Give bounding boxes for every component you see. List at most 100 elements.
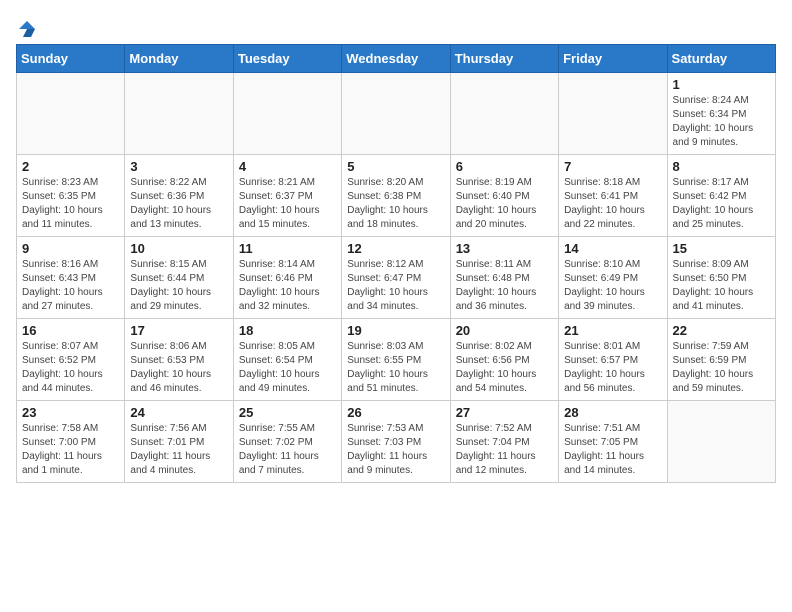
calendar-cell <box>125 73 233 155</box>
calendar-cell: 22 Sunrise: 7:59 AM Sunset: 6:59 PM Dayli… <box>667 319 775 401</box>
weekday-header-tuesday: Tuesday <box>233 45 341 73</box>
calendar-cell: 25 Sunrise: 7:55 AM Sunset: 7:02 PM Dayli… <box>233 401 341 483</box>
day-info: Sunrise: 8:03 AM Sunset: 6:55 PM Dayligh… <box>347 340 444 396</box>
day-number: 22 <box>673 323 770 338</box>
weekday-header-sunday: Sunday <box>17 45 125 73</box>
page-header <box>16 16 776 36</box>
day-info: Sunrise: 8:23 AM Sunset: 6:35 PM Dayligh… <box>22 176 119 232</box>
day-number: 10 <box>130 241 227 256</box>
day-info: Sunrise: 8:17 AM Sunset: 6:42 PM Dayligh… <box>673 176 770 232</box>
calendar-cell: 9 Sunrise: 8:16 AM Sunset: 6:43 PM Daylig… <box>17 237 125 319</box>
weekday-header-wednesday: Wednesday <box>342 45 450 73</box>
day-number: 5 <box>347 159 444 174</box>
day-number: 19 <box>347 323 444 338</box>
calendar-cell: 23 Sunrise: 7:58 AM Sunset: 7:00 PM Dayli… <box>17 401 125 483</box>
calendar-cell <box>233 73 341 155</box>
day-number: 2 <box>22 159 119 174</box>
day-info: Sunrise: 8:10 AM Sunset: 6:49 PM Dayligh… <box>564 258 661 314</box>
day-number: 24 <box>130 405 227 420</box>
day-info: Sunrise: 7:58 AM Sunset: 7:00 PM Dayligh… <box>22 422 119 478</box>
calendar-cell: 20 Sunrise: 8:02 AM Sunset: 6:56 PM Dayli… <box>450 319 558 401</box>
day-number: 17 <box>130 323 227 338</box>
day-number: 26 <box>347 405 444 420</box>
calendar-cell <box>450 73 558 155</box>
weekday-header-row: SundayMondayTuesdayWednesdayThursdayFrid… <box>17 45 776 73</box>
day-info: Sunrise: 8:07 AM Sunset: 6:52 PM Dayligh… <box>22 340 119 396</box>
calendar-cell: 24 Sunrise: 7:56 AM Sunset: 7:01 PM Dayli… <box>125 401 233 483</box>
calendar-cell <box>667 401 775 483</box>
calendar-cell: 6 Sunrise: 8:19 AM Sunset: 6:40 PM Daylig… <box>450 155 558 237</box>
day-info: Sunrise: 8:22 AM Sunset: 6:36 PM Dayligh… <box>130 176 227 232</box>
day-info: Sunrise: 8:24 AM Sunset: 6:34 PM Dayligh… <box>673 94 770 150</box>
calendar-cell: 11 Sunrise: 8:14 AM Sunset: 6:46 PM Dayli… <box>233 237 341 319</box>
logo-general <box>16 16 37 40</box>
logo <box>16 16 37 36</box>
calendar-cell: 21 Sunrise: 8:01 AM Sunset: 6:57 PM Dayli… <box>559 319 667 401</box>
calendar-cell: 12 Sunrise: 8:12 AM Sunset: 6:47 PM Dayli… <box>342 237 450 319</box>
logo-icon <box>17 19 37 39</box>
day-number: 18 <box>239 323 336 338</box>
calendar-cell: 3 Sunrise: 8:22 AM Sunset: 6:36 PM Daylig… <box>125 155 233 237</box>
day-number: 25 <box>239 405 336 420</box>
day-number: 4 <box>239 159 336 174</box>
calendar-cell: 16Sunrise: 8:07 AM Sunset: 6:52 PM Dayli… <box>17 319 125 401</box>
day-number: 27 <box>456 405 553 420</box>
day-info: Sunrise: 8:01 AM Sunset: 6:57 PM Dayligh… <box>564 340 661 396</box>
day-number: 20 <box>456 323 553 338</box>
calendar-cell: 7 Sunrise: 8:18 AM Sunset: 6:41 PM Daylig… <box>559 155 667 237</box>
day-info: Sunrise: 8:02 AM Sunset: 6:56 PM Dayligh… <box>456 340 553 396</box>
day-info: Sunrise: 7:59 AM Sunset: 6:59 PM Dayligh… <box>673 340 770 396</box>
day-info: Sunrise: 8:05 AM Sunset: 6:54 PM Dayligh… <box>239 340 336 396</box>
day-info: Sunrise: 8:18 AM Sunset: 6:41 PM Dayligh… <box>564 176 661 232</box>
day-number: 14 <box>564 241 661 256</box>
weekday-header-saturday: Saturday <box>667 45 775 73</box>
day-number: 11 <box>239 241 336 256</box>
day-number: 21 <box>564 323 661 338</box>
calendar-cell: 13 Sunrise: 8:11 AM Sunset: 6:48 PM Dayli… <box>450 237 558 319</box>
calendar-cell: 28 Sunrise: 7:51 AM Sunset: 7:05 PM Dayli… <box>559 401 667 483</box>
day-info: Sunrise: 8:14 AM Sunset: 6:46 PM Dayligh… <box>239 258 336 314</box>
day-number: 1 <box>673 77 770 92</box>
weekday-header-thursday: Thursday <box>450 45 558 73</box>
calendar-cell: 10 Sunrise: 8:15 AM Sunset: 6:44 PM Dayli… <box>125 237 233 319</box>
day-info: Sunrise: 7:55 AM Sunset: 7:02 PM Dayligh… <box>239 422 336 478</box>
weekday-header-friday: Friday <box>559 45 667 73</box>
calendar-cell: 19 Sunrise: 8:03 AM Sunset: 6:55 PM Dayli… <box>342 319 450 401</box>
calendar-week-row: 1 Sunrise: 8:24 AM Sunset: 6:34 PM Daylig… <box>17 73 776 155</box>
calendar-cell <box>17 73 125 155</box>
day-number: 7 <box>564 159 661 174</box>
calendar-cell: 14 Sunrise: 8:10 AM Sunset: 6:49 PM Dayli… <box>559 237 667 319</box>
day-info: Sunrise: 7:53 AM Sunset: 7:03 PM Dayligh… <box>347 422 444 478</box>
day-number: 9 <box>22 241 119 256</box>
calendar-cell: 2 Sunrise: 8:23 AM Sunset: 6:35 PM Daylig… <box>17 155 125 237</box>
day-number: 28 <box>564 405 661 420</box>
calendar-cell: 15Sunrise: 8:09 AM Sunset: 6:50 PM Dayli… <box>667 237 775 319</box>
calendar-cell <box>559 73 667 155</box>
day-number: 12 <box>347 241 444 256</box>
calendar-week-row: 16Sunrise: 8:07 AM Sunset: 6:52 PM Dayli… <box>17 319 776 401</box>
day-info: Sunrise: 8:21 AM Sunset: 6:37 PM Dayligh… <box>239 176 336 232</box>
calendar-cell: 27 Sunrise: 7:52 AM Sunset: 7:04 PM Dayli… <box>450 401 558 483</box>
day-info: Sunrise: 8:06 AM Sunset: 6:53 PM Dayligh… <box>130 340 227 396</box>
calendar-cell <box>342 73 450 155</box>
calendar-week-row: 9 Sunrise: 8:16 AM Sunset: 6:43 PM Daylig… <box>17 237 776 319</box>
calendar-table: SundayMondayTuesdayWednesdayThursdayFrid… <box>16 44 776 483</box>
day-info: Sunrise: 8:09 AM Sunset: 6:50 PM Dayligh… <box>673 258 770 314</box>
calendar-week-row: 2 Sunrise: 8:23 AM Sunset: 6:35 PM Daylig… <box>17 155 776 237</box>
calendar-week-row: 23 Sunrise: 7:58 AM Sunset: 7:00 PM Dayli… <box>17 401 776 483</box>
day-info: Sunrise: 7:51 AM Sunset: 7:05 PM Dayligh… <box>564 422 661 478</box>
day-number: 8 <box>673 159 770 174</box>
day-info: Sunrise: 8:19 AM Sunset: 6:40 PM Dayligh… <box>456 176 553 232</box>
day-info: Sunrise: 8:16 AM Sunset: 6:43 PM Dayligh… <box>22 258 119 314</box>
day-info: Sunrise: 8:15 AM Sunset: 6:44 PM Dayligh… <box>130 258 227 314</box>
day-info: Sunrise: 7:56 AM Sunset: 7:01 PM Dayligh… <box>130 422 227 478</box>
day-info: Sunrise: 8:12 AM Sunset: 6:47 PM Dayligh… <box>347 258 444 314</box>
day-number: 6 <box>456 159 553 174</box>
calendar-cell: 26 Sunrise: 7:53 AM Sunset: 7:03 PM Dayli… <box>342 401 450 483</box>
day-info: Sunrise: 8:11 AM Sunset: 6:48 PM Dayligh… <box>456 258 553 314</box>
day-number: 3 <box>130 159 227 174</box>
calendar-cell: 5Sunrise: 8:20 AM Sunset: 6:38 PM Daylig… <box>342 155 450 237</box>
day-number: 23 <box>22 405 119 420</box>
day-info: Sunrise: 7:52 AM Sunset: 7:04 PM Dayligh… <box>456 422 553 478</box>
day-number: 13 <box>456 241 553 256</box>
